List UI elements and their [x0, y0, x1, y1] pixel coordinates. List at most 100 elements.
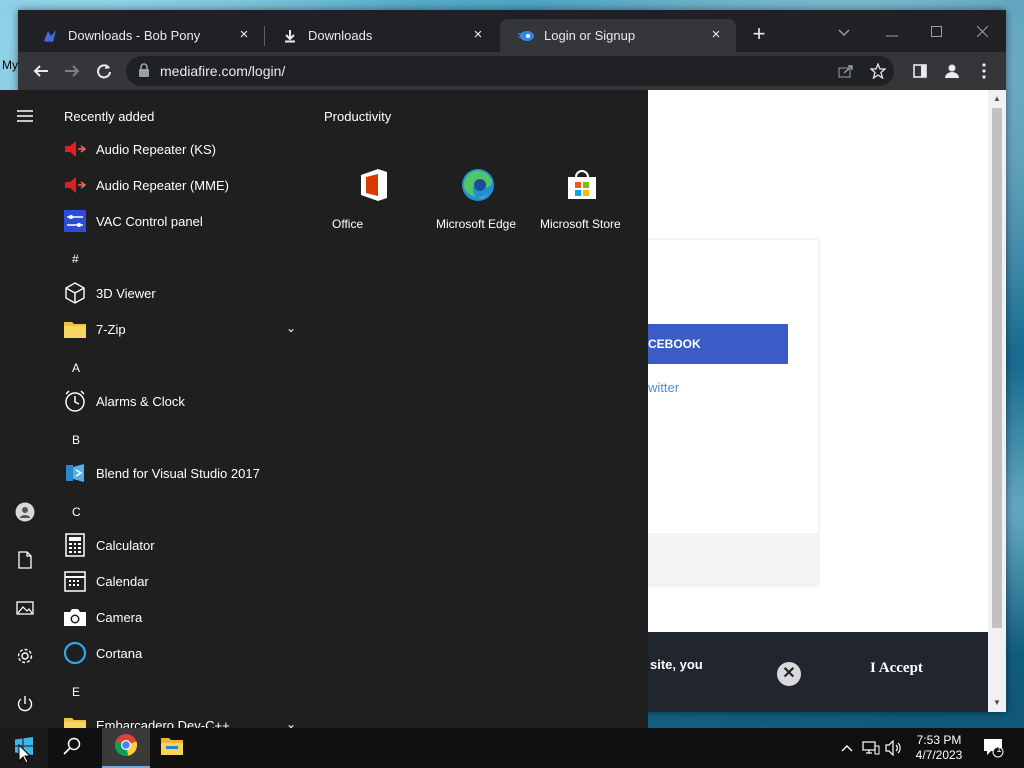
app-label: Calendar — [96, 573, 149, 589]
cookie-close-button[interactable]: ✕ — [777, 662, 801, 686]
taskbar-clock[interactable]: 7:53 PM 4/7/2023 — [908, 733, 970, 763]
tab-search-icon[interactable] — [824, 18, 864, 48]
new-tab-button[interactable]: + — [748, 23, 770, 46]
tab-title: Downloads — [308, 28, 373, 43]
section-letter-hash[interactable]: # — [72, 252, 79, 266]
forward-button[interactable] — [59, 58, 85, 84]
app-item-blend-vs-2017[interactable]: Blend for Visual Studio 2017 — [62, 457, 308, 489]
reload-button[interactable] — [91, 58, 117, 84]
url-text[interactable]: mediafire.com/login/ — [160, 63, 285, 79]
tab-title: Login or Signup — [544, 28, 636, 43]
app-item-embarcadero-dev-cpp[interactable]: Embarcadero Dev-C++ ⌄ — [62, 709, 308, 728]
blend-icon — [62, 460, 88, 486]
app-label: 7-Zip — [96, 321, 126, 337]
app-item-cortana[interactable]: Cortana — [62, 637, 308, 669]
tile-label: Office — [332, 217, 364, 231]
app-label: Blend for Visual Studio 2017 — [96, 465, 260, 481]
clock-icon — [62, 388, 88, 414]
app-label: Camera — [96, 609, 143, 625]
login-with-twitter-link[interactable]: witter — [648, 380, 679, 395]
calendar-icon — [62, 568, 88, 594]
scroll-down-arrow[interactable]: ▼ — [992, 698, 1002, 708]
audio-repeater-icon — [62, 172, 88, 198]
mediafire-favicon-icon — [518, 28, 534, 44]
close-window-button[interactable] — [962, 18, 1002, 48]
app-item-7-zip[interactable]: 7-Zip ⌄ — [62, 313, 308, 345]
lock-icon[interactable] — [138, 63, 150, 82]
tab-login-or-signup[interactable]: Login or Signup × — [500, 19, 736, 52]
side-panel-icon[interactable] — [909, 60, 931, 82]
section-letter-e[interactable]: E — [72, 685, 80, 699]
office-icon — [356, 167, 392, 203]
app-item-audio-repeater-ks[interactable]: Audio Repeater (KS) — [62, 133, 308, 165]
tile-label: Microsoft Edge — [436, 217, 517, 231]
app-item-vac-control-panel[interactable]: VAC Control panel — [62, 205, 308, 237]
edge-icon — [460, 167, 496, 203]
app-item-audio-repeater-mme[interactable]: Audio Repeater (MME) — [62, 169, 308, 201]
pictures-icon[interactable] — [13, 596, 37, 620]
chevron-up-icon[interactable] — [837, 738, 857, 758]
tab-downloads-bob-pony[interactable]: Downloads - Bob Pony × — [24, 19, 264, 52]
chevron-down-icon[interactable]: ⌄ — [286, 717, 296, 728]
app-label: Cortana — [96, 645, 143, 661]
desktop-icon-label[interactable]: My — [2, 58, 18, 72]
accept-cookies-button[interactable]: I Accept — [870, 660, 923, 677]
taskbar: 7:53 PM 4/7/2023 1 — [0, 728, 1024, 768]
app-item-camera[interactable]: Camera — [62, 601, 308, 633]
vertical-scrollbar[interactable]: ▲ ▼ — [988, 90, 1006, 712]
tiles-area: Productivity Office Microsoft Edge Micro… — [324, 90, 644, 728]
tile-microsoft-store[interactable]: Microsoft Store — [532, 137, 632, 237]
app-item-calendar[interactable]: Calendar — [62, 565, 308, 597]
clock-date: 4/7/2023 — [915, 748, 963, 762]
app-label: Audio Repeater (MME) — [96, 177, 229, 193]
file-explorer-icon — [160, 736, 184, 761]
menu-kebab-icon[interactable] — [973, 60, 995, 82]
back-button[interactable] — [28, 58, 54, 84]
app-item-alarms-clock[interactable]: Alarms & Clock — [62, 385, 308, 417]
user-account-icon[interactable] — [13, 500, 37, 524]
taskbar-chrome-button[interactable] — [102, 728, 150, 768]
scroll-up-arrow[interactable]: ▲ — [992, 94, 1002, 104]
tab-downloads[interactable]: Downloads × — [264, 19, 498, 52]
start-menu-rail — [0, 90, 50, 728]
audio-repeater-icon — [62, 136, 88, 162]
tab-close-icon[interactable]: × — [708, 27, 724, 43]
cortana-icon — [62, 640, 88, 666]
section-letter-c[interactable]: C — [72, 505, 81, 519]
maximize-button[interactable] — [916, 18, 956, 48]
chevron-down-icon[interactable]: ⌄ — [286, 321, 296, 335]
app-list: Recently added Audio Repeater (KS) Audio… — [50, 90, 312, 728]
tab-strip: Downloads - Bob Pony × Downloads × Login… — [18, 10, 1006, 58]
app-label: Embarcadero Dev-C++ — [96, 717, 230, 729]
minimize-button[interactable] — [872, 18, 912, 48]
hamburger-menu-icon[interactable] — [13, 104, 37, 128]
section-letter-b[interactable]: B — [72, 433, 80, 447]
profile-icon[interactable] — [941, 60, 963, 82]
tab-close-icon[interactable]: × — [470, 27, 486, 43]
app-item-calculator[interactable]: Calculator — [62, 529, 308, 561]
tile-microsoft-edge[interactable]: Microsoft Edge — [428, 137, 528, 237]
documents-icon[interactable] — [13, 548, 37, 572]
notification-center-icon[interactable]: 1 — [982, 738, 1006, 758]
network-icon[interactable] — [861, 738, 881, 758]
address-bar[interactable]: mediafire.com/login/ — [126, 56, 894, 86]
app-item-3d-viewer[interactable]: 3D Viewer — [62, 277, 308, 309]
notification-count-badge: 1 — [996, 744, 1002, 754]
search-button[interactable] — [48, 728, 96, 768]
settings-gear-icon[interactable] — [13, 644, 37, 668]
bob-pony-favicon-icon — [42, 28, 58, 44]
taskbar-file-explorer-button[interactable] — [148, 728, 196, 768]
bookmark-star-icon[interactable] — [868, 61, 888, 81]
start-menu: Recently added Audio Repeater (KS) Audio… — [0, 90, 648, 728]
power-icon[interactable] — [13, 692, 37, 716]
tile-office[interactable]: Office — [324, 137, 424, 237]
tab-close-icon[interactable]: × — [236, 27, 252, 43]
scrollbar-thumb[interactable] — [992, 108, 1002, 628]
tile-group-title[interactable]: Productivity — [324, 109, 391, 124]
store-icon — [564, 167, 600, 203]
section-letter-a[interactable]: A — [72, 361, 80, 375]
tile-label: Microsoft Store — [540, 217, 621, 231]
camera-icon — [62, 604, 88, 630]
volume-icon[interactable] — [884, 738, 904, 758]
share-icon[interactable] — [836, 61, 856, 81]
